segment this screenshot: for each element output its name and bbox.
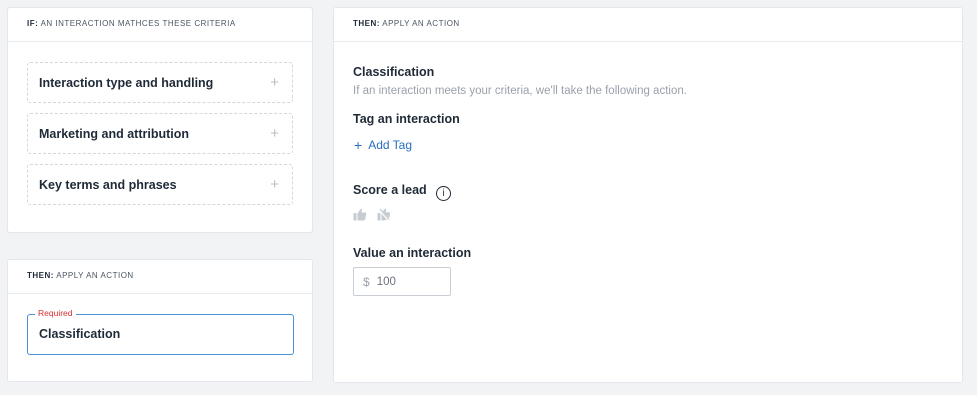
thumbs-down-icon[interactable] [377, 208, 391, 226]
criteria-item-key-terms[interactable]: Key terms and phrases + [27, 164, 293, 205]
action-header-text: APPLY AN ACTION [56, 271, 134, 280]
criteria-header-prefix: IF: [27, 19, 39, 28]
criteria-item-label: Interaction type and handling [39, 75, 214, 90]
plus-icon: + [270, 74, 279, 91]
criteria-panel: IF: AN INTERACTION MATHCES THESE CRITERI… [7, 7, 313, 233]
add-tag-label: Add Tag [368, 138, 413, 152]
criteria-item-label: Marketing and attribution [39, 126, 189, 141]
action-header-prefix: THEN: [353, 19, 380, 28]
classification-select[interactable]: Required Classification [27, 308, 294, 355]
criteria-header-text: AN INTERACTION MATHCES THESE CRITERIA [40, 19, 236, 28]
classification-subtitle: If an interaction meets your criteria, w… [353, 85, 687, 97]
action-header-prefix: THEN: [27, 271, 54, 280]
value-input[interactable]: $ 100 [353, 267, 451, 296]
thumbs-up-icon[interactable] [353, 208, 367, 226]
score-buttons [353, 208, 391, 226]
classification-select-value: Classification [39, 327, 121, 341]
criteria-item-marketing-attribution[interactable]: Marketing and attribution + [27, 113, 293, 154]
action-header-text: APPLY AN ACTION [382, 19, 460, 28]
criteria-item-label: Key terms and phrases [39, 177, 177, 192]
criteria-item-interaction-type[interactable]: Interaction type and handling + [27, 62, 293, 103]
tag-interaction-title: Tag an interaction [353, 112, 460, 126]
plus-icon: + [270, 125, 279, 142]
score-lead-title: Score a lead i [353, 183, 452, 201]
plus-icon: + [354, 137, 363, 153]
action-panel-right: THEN: APPLY AN ACTION Classification If … [333, 7, 963, 383]
plus-icon: + [270, 176, 279, 193]
action-panel-right-header: THEN: APPLY AN ACTION [334, 8, 962, 42]
dollar-icon: $ [363, 274, 370, 289]
action-panel-left-header: THEN: APPLY AN ACTION [8, 260, 312, 294]
action-panel-left: THEN: APPLY AN ACTION Required Classific… [7, 259, 313, 382]
criteria-panel-header: IF: AN INTERACTION MATHCES THESE CRITERI… [8, 8, 312, 42]
score-lead-label: Score a lead [353, 183, 427, 197]
value-interaction-title: Value an interaction [353, 246, 472, 260]
add-tag-button[interactable]: + Add Tag [354, 137, 412, 153]
value-input-placeholder: 100 [376, 275, 396, 288]
classification-title: Classification [353, 65, 435, 79]
info-icon[interactable]: i [436, 186, 452, 201]
required-legend: Required [35, 308, 76, 318]
